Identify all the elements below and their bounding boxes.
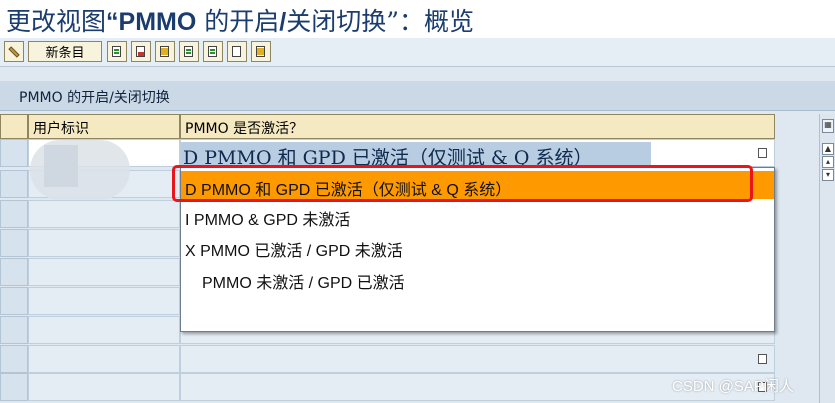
scroll-top-icon[interactable]: ▲ xyxy=(822,143,834,155)
row-selector[interactable] xyxy=(0,345,28,373)
user-id-cell[interactable] xyxy=(28,229,180,257)
column-header-pmmo-active[interactable]: PMMO 是否激活？ xyxy=(180,114,775,139)
option-i[interactable]: I PMMO & GPD 未激活 xyxy=(181,201,774,229)
delete-icon[interactable] xyxy=(131,41,151,62)
user-id-cell[interactable] xyxy=(28,258,180,286)
pmmo-active-field[interactable]: D PMMO 和 GPD 已激活（仅测试 & Q 系统） xyxy=(181,142,651,167)
undo-icon[interactable] xyxy=(155,41,175,62)
user-id-cell[interactable] xyxy=(28,345,180,373)
redacted-user-id-block xyxy=(44,145,78,187)
row-selector[interactable] xyxy=(0,200,28,228)
row-selector[interactable] xyxy=(0,170,28,198)
value-help-icon[interactable] xyxy=(758,148,767,158)
title-bar: 更改视图“PMMO 的开启/关闭切换”：概览 xyxy=(0,0,835,39)
config-icon[interactable] xyxy=(251,41,271,62)
user-id-cell[interactable] xyxy=(28,316,180,344)
row-selector[interactable] xyxy=(0,316,28,344)
application-toolbar: 新条目 xyxy=(0,38,835,67)
option-x[interactable]: X PMMO 已激活 / GPD 未激活 xyxy=(181,232,774,260)
annotation-highlight-box xyxy=(172,165,753,202)
select-block-icon[interactable] xyxy=(203,41,223,62)
value-help-icon[interactable] xyxy=(758,354,767,364)
row-selector[interactable] xyxy=(0,373,28,401)
user-id-cell[interactable] xyxy=(28,373,180,401)
pmmo-active-cell[interactable] xyxy=(180,345,775,373)
copy-icon[interactable] xyxy=(107,41,127,62)
table-title-bar: PMMO 的开启/关闭切换 xyxy=(0,81,835,111)
select-all-column-header[interactable] xyxy=(0,114,28,139)
window-title: 更改视图“PMMO 的开启/关闭切换”：概览 xyxy=(6,7,474,36)
option-blank[interactable]: PMMO 未激活 / GPD 已激活 xyxy=(181,264,774,292)
row-selector[interactable] xyxy=(0,139,28,167)
row-selector[interactable] xyxy=(0,258,28,286)
deselect-icon[interactable] xyxy=(227,41,247,62)
column-header-user-id[interactable]: 用户标识 xyxy=(28,114,180,139)
vertical-scrollbar[interactable]: ▦ ▲ ▴ ▾ xyxy=(819,114,835,403)
row-selector[interactable] xyxy=(0,229,28,257)
scroll-up-icon[interactable]: ▴ xyxy=(822,156,834,168)
select-all-icon[interactable] xyxy=(179,41,199,62)
table-title: PMMO 的开启/关闭切换 xyxy=(19,90,170,106)
watermark: CSDN @SAP闲人 xyxy=(672,378,794,395)
new-entries-button[interactable]: 新条目 xyxy=(28,41,102,62)
edit-pencil-icon[interactable] xyxy=(4,41,24,62)
row-selector[interactable] xyxy=(0,287,28,315)
column-config-icon[interactable]: ▦ xyxy=(822,119,834,133)
user-id-cell[interactable] xyxy=(28,200,180,228)
user-id-cell[interactable] xyxy=(28,287,180,315)
scroll-down-icon[interactable]: ▾ xyxy=(822,169,834,181)
